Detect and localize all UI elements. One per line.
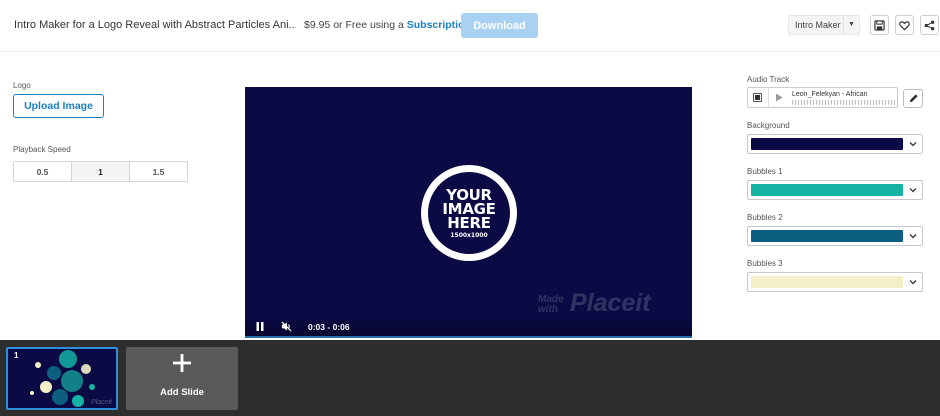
page-title: Intro Maker for a Logo Reveal with Abstr… — [14, 19, 296, 31]
save-icon — [874, 19, 885, 31]
background-label: Background — [747, 121, 790, 130]
bubbles-1-label: Bubbles 1 — [747, 167, 783, 176]
edit-audio-button[interactable] — [903, 89, 923, 108]
heart-icon — [899, 20, 910, 30]
slide-strip: 1 Placeit Add Slide — [0, 340, 940, 416]
play-icon[interactable] — [775, 93, 783, 102]
audio-track-label: Audio Track — [747, 75, 790, 84]
price-info: $9.95 or Free using a Subscription — [304, 19, 471, 31]
bubbles-1-color-select[interactable] — [747, 180, 923, 200]
bubbles-3-color-swatch — [751, 276, 903, 288]
bubbles-3-label: Bubbles 3 — [747, 259, 783, 268]
slide-watermark: Placeit — [90, 399, 112, 406]
watermark-made-with: Made with — [538, 295, 564, 315]
watermark-with: with — [538, 304, 558, 315]
background-color-select[interactable] — [747, 134, 923, 154]
price-suffix: or Free using a — [330, 19, 407, 31]
bubbles-3-color-select[interactable] — [747, 272, 923, 292]
maker-select-value: Intro Maker — [795, 20, 841, 30]
logo-label: Logo — [13, 81, 31, 90]
video-progress-bar[interactable] — [245, 336, 692, 338]
download-button[interactable]: Download — [461, 13, 538, 38]
price-value: $9.95 — [304, 19, 331, 31]
speed-option-1-5[interactable]: 1.5 — [130, 162, 187, 181]
favorite-button[interactable] — [895, 15, 914, 35]
top-bar: Intro Maker for a Logo Reveal with Abstr… — [0, 0, 940, 52]
speed-option-1[interactable]: 1 — [72, 162, 130, 181]
upload-image-button[interactable]: Upload Image — [13, 94, 104, 118]
playback-speed-label: Playback Speed — [13, 145, 71, 154]
share-button[interactable] — [920, 15, 939, 35]
share-icon — [924, 20, 935, 30]
add-slide-label: Add Slide — [160, 387, 204, 398]
audio-divider — [768, 88, 769, 107]
playback-speed-selector: 0.5 1 1.5 — [13, 161, 188, 182]
bubbles-2-color-select[interactable] — [747, 226, 923, 246]
background-color-swatch — [751, 138, 903, 150]
caret-down-icon: ▼ — [843, 16, 859, 34]
audio-track-name: Leon_Felekyan - African — [792, 91, 868, 98]
time-range: 0:03 - 0:06 — [308, 322, 350, 332]
logo-placeholder-inner: YOUR IMAGE HERE 1500x1000 — [428, 172, 510, 254]
maker-select[interactable]: Intro Maker ▼ — [788, 15, 860, 35]
bubbles-2-label: Bubbles 2 — [747, 213, 783, 222]
placeholder-line-3: HERE — [447, 213, 491, 232]
speed-option-0-5[interactable]: 0.5 — [14, 162, 72, 181]
mute-icon[interactable] — [281, 321, 292, 332]
logo-placeholder: YOUR IMAGE HERE 1500x1000 — [421, 165, 517, 261]
audio-enabled-checkbox[interactable] — [753, 93, 762, 102]
video-controls: 0:03 - 0:06 — [245, 317, 692, 338]
chevron-down-icon — [909, 188, 917, 193]
slide-number: 1 — [14, 351, 19, 360]
pause-icon[interactable] — [256, 322, 264, 331]
placeholder-size: 1500x1000 — [450, 231, 488, 239]
video-preview[interactable]: YOUR IMAGE HERE 1500x1000 Made with Place… — [245, 87, 692, 338]
watermark-brand: Placeit — [570, 289, 651, 317]
chevron-down-icon — [909, 234, 917, 239]
plus-icon — [173, 354, 191, 372]
pencil-icon — [909, 94, 918, 103]
bubbles-1-color-swatch — [751, 184, 903, 196]
slide-thumbnail[interactable]: 1 Placeit — [6, 347, 118, 410]
chevron-down-icon — [909, 280, 917, 285]
audio-waveform — [792, 100, 896, 105]
add-slide-button[interactable]: Add Slide — [126, 347, 238, 410]
chevron-down-icon — [909, 142, 917, 147]
audio-track-box: Leon_Felekyan - African — [747, 87, 898, 108]
bubbles-2-color-swatch — [751, 230, 903, 242]
save-button[interactable] — [870, 15, 889, 35]
